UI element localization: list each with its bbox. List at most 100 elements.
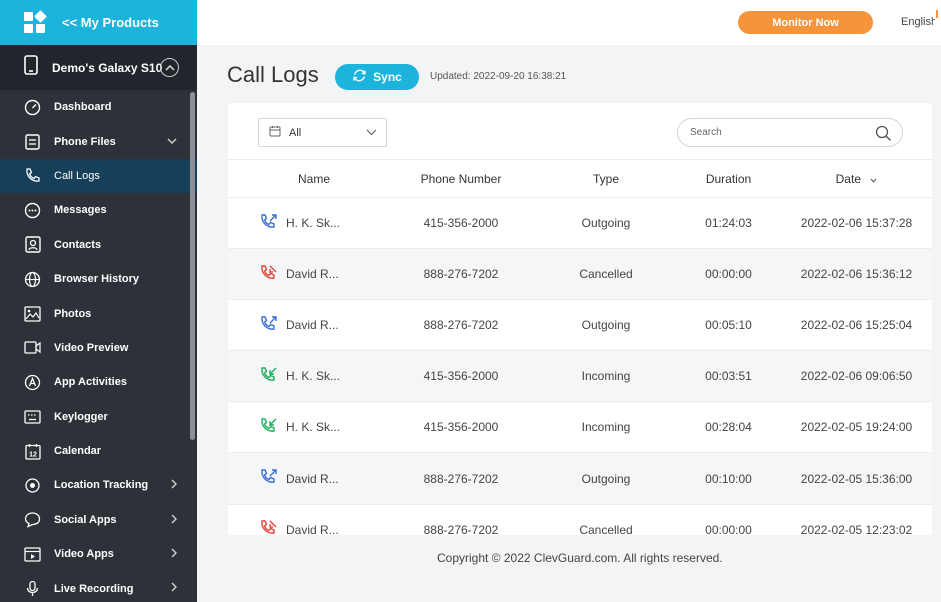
film-icon [24, 546, 41, 563]
sidebar-item-contacts[interactable]: Contacts [0, 228, 197, 262]
phone-files-icon [24, 133, 41, 150]
sidebar-item-social-apps[interactable]: Social Apps [0, 503, 197, 537]
sidebar-item-label: Live Recording [54, 582, 134, 595]
globe-icon [24, 271, 41, 288]
cell-name: David R... [286, 299, 386, 352]
microphone-icon [24, 580, 41, 597]
cell-type: Incoming [536, 350, 676, 403]
cell-phone: 888-276-7202 [386, 299, 536, 352]
table-row[interactable]: David R... 888-276-7202 Outgoing 00:05:1… [228, 299, 932, 352]
chevron-down-icon [366, 127, 377, 139]
apps-grid-icon [24, 9, 47, 34]
cell-date: 2022-02-05 19:24:00 [781, 401, 932, 454]
header-duration[interactable]: Duration [676, 159, 781, 198]
call-type-icon-cell [228, 452, 286, 505]
call-type-icon-cell [228, 248, 286, 301]
incoming-call-icon [260, 367, 278, 387]
sidebar-item-video-apps[interactable]: Video Apps [0, 537, 197, 571]
header-name[interactable]: Name [286, 159, 386, 198]
sidebar-scrollbar[interactable] [190, 92, 195, 440]
sidebar-item-keylogger[interactable]: Keylogger [0, 400, 197, 434]
copyright-text: Copyright © 2022 ClevGuard.com. All righ… [437, 551, 723, 565]
sidebar-item-phone-files[interactable]: Phone Files [0, 124, 197, 158]
date-filter-select[interactable]: All [258, 118, 387, 147]
call-logs-table: Name Phone Number Type Duration Date H. … [228, 159, 932, 535]
cell-phone: 415-356-2000 [386, 197, 536, 250]
device-selector[interactable]: Demo's Galaxy S10 [0, 45, 197, 90]
cell-phone: 415-356-2000 [386, 350, 536, 403]
header-phone[interactable]: Phone Number [386, 159, 536, 198]
table-row[interactable]: H. K. Sk... 415-356-2000 Incoming 00:03:… [228, 350, 932, 403]
language-selector[interactable]: English [901, 16, 935, 28]
table-row[interactable]: H. K. Sk... 415-356-2000 Incoming 00:28:… [228, 401, 932, 454]
cell-duration: 00:05:10 [676, 299, 781, 352]
sidebar-item-browser-history[interactable]: Browser History [0, 262, 197, 296]
cell-duration: 00:10:00 [676, 452, 781, 505]
sidebar-item-calendar[interactable]: 12 Calendar [0, 434, 197, 468]
sync-button[interactable]: Sync [335, 64, 419, 90]
sidebar-item-label: Photos [54, 307, 92, 320]
sidebar-item-label: Contacts [54, 238, 102, 251]
sidebar-item-messages[interactable]: Messages [0, 193, 197, 227]
cell-phone: 415-356-2000 [386, 401, 536, 454]
header-date-label: Date [835, 171, 861, 186]
calendar-icon [269, 125, 281, 140]
sidebar-item-call-logs[interactable]: Call Logs [0, 158, 197, 194]
sidebar-item-label: Location Tracking [54, 479, 149, 492]
cell-name: David R... [286, 504, 386, 535]
sidebar-item-location-tracking[interactable]: Location Tracking [0, 468, 197, 502]
refresh-icon [352, 69, 367, 85]
sync-label: Sync [373, 70, 402, 84]
cell-date: 2022-02-05 12:23:02 [781, 504, 932, 535]
cell-date: 2022-02-06 15:25:04 [781, 299, 932, 352]
table-row[interactable]: David R... 888-276-7202 Outgoing 00:10:0… [228, 452, 932, 505]
cell-phone: 888-276-7202 [386, 452, 536, 505]
sidebar-item-video-preview[interactable]: Video Preview [0, 331, 197, 365]
table-row[interactable]: David R... 888-276-7202 Cancelled 00:00:… [228, 504, 932, 535]
sidebar-item-label: Phone Files [54, 135, 116, 148]
cell-type: Outgoing [536, 452, 676, 505]
sidebar-item-label: App Activities [54, 376, 127, 389]
sidebar-item-app-activities[interactable]: App Activities [0, 365, 197, 399]
sidebar-item-photos[interactable]: Photos [0, 296, 197, 330]
cell-date: 2022-02-05 15:36:00 [781, 452, 932, 505]
cell-phone: 888-276-7202 [386, 248, 536, 301]
cancelled-call-icon [260, 520, 278, 535]
cell-duration: 00:00:00 [676, 248, 781, 301]
search-input[interactable]: Search [677, 118, 903, 147]
photo-icon [24, 305, 41, 322]
my-products-label: << My Products [62, 15, 159, 30]
monitor-now-button[interactable]: Monitor Now [738, 11, 873, 34]
cell-phone: 888-276-7202 [386, 504, 536, 535]
cell-date: 2022-02-06 09:06:50 [781, 350, 932, 403]
phone-device-icon [24, 55, 38, 80]
outgoing-call-icon [260, 213, 278, 234]
top-bar: Monitor Now English [197, 0, 941, 45]
search-icon[interactable] [875, 125, 892, 145]
cell-type: Cancelled [536, 504, 676, 535]
cell-type: Incoming [536, 401, 676, 454]
header-date[interactable]: Date [781, 159, 932, 198]
sidebar: << My Products Demo's Galaxy S10 Dashboa… [0, 0, 197, 602]
sidebar-item-label: Keylogger [54, 410, 108, 423]
phone-icon [24, 167, 41, 184]
cell-name: H. K. Sk... [286, 350, 386, 403]
sidebar-item-live-recording[interactable]: Live Recording [0, 571, 197, 602]
sort-down-icon [870, 172, 877, 186]
sidebar-item-dashboard[interactable]: Dashboard [0, 90, 197, 124]
my-products-link[interactable]: << My Products [0, 0, 197, 45]
cell-date: 2022-02-06 15:37:28 [781, 197, 932, 250]
contacts-icon [24, 236, 41, 253]
chevron-right-icon [171, 479, 178, 492]
sidebar-item-label: Browser History [54, 273, 139, 286]
cell-duration: 00:03:51 [676, 350, 781, 403]
cell-type: Outgoing [536, 197, 676, 250]
header-type[interactable]: Type [536, 159, 676, 198]
chevron-up-icon[interactable] [160, 58, 179, 77]
call-logs-panel: All Search Name Phone Number Type Durati… [228, 103, 932, 535]
table-row[interactable]: David R... 888-276-7202 Cancelled 00:00:… [228, 248, 932, 301]
call-type-icon-cell [228, 350, 286, 403]
sidebar-item-label: Call Logs [54, 169, 100, 182]
table-row[interactable]: H. K. Sk... 415-356-2000 Outgoing 01:24:… [228, 197, 932, 250]
cell-type: Outgoing [536, 299, 676, 352]
